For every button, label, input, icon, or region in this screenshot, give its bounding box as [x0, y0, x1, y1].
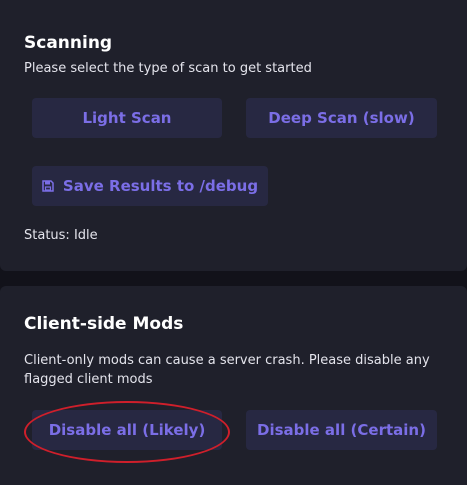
- deep-scan-label: Deep Scan (slow): [268, 109, 415, 127]
- status-label: Status:: [24, 228, 70, 243]
- scanning-description: Please select the type of scan to get st…: [24, 61, 312, 76]
- floppy-disk-icon: [42, 180, 54, 192]
- status-value: Idle: [73, 228, 98, 243]
- disable-certain-button[interactable]: Disable all (Certain): [246, 410, 437, 450]
- disable-likely-label: Disable all (Likely): [48, 421, 206, 439]
- client-mods-title: Client-side Mods: [24, 314, 184, 334]
- light-scan-button[interactable]: Light Scan: [32, 98, 222, 138]
- save-results-label: Save Results to /debug: [62, 177, 259, 195]
- disable-likely-button[interactable]: Disable all (Likely): [32, 410, 222, 450]
- disable-certain-label: Disable all (Certain): [257, 421, 426, 439]
- scanning-title: Scanning: [24, 33, 113, 53]
- scan-status: Status: Idle: [24, 228, 98, 243]
- client-mods-description: Client-only mods can cause a server cras…: [24, 353, 430, 387]
- deep-scan-button[interactable]: Deep Scan (slow): [246, 98, 437, 138]
- save-results-button[interactable]: Save Results to /debug: [32, 166, 268, 206]
- light-scan-label: Light Scan: [82, 109, 172, 127]
